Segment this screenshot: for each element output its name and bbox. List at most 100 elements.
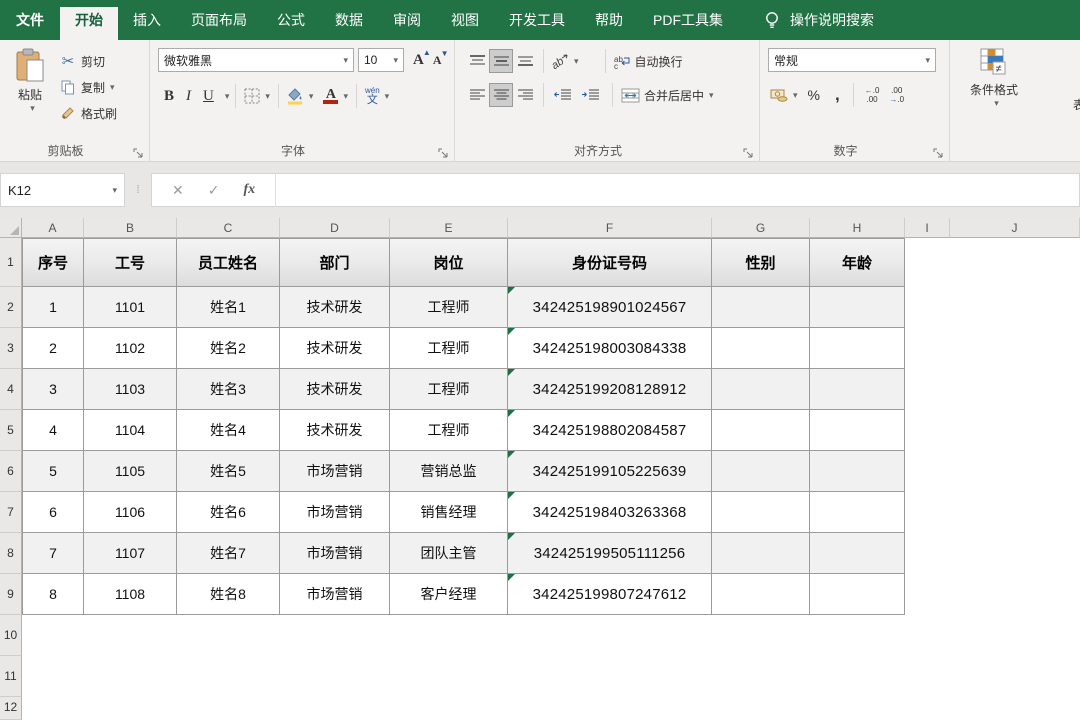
cell[interactable]: 工程师 <box>390 287 508 328</box>
cell[interactable]: 8 <box>22 574 84 615</box>
merge-center-button[interactable]: 合并后居中 ▾ <box>619 87 716 104</box>
cell[interactable]: 3 <box>22 369 84 410</box>
fill-color-button[interactable]: ▾ <box>285 88 316 105</box>
bold-button[interactable]: B <box>158 88 180 105</box>
phonetic-button[interactable]: wén 文 ▾ <box>363 87 391 106</box>
row-header-2[interactable]: 2 <box>0 287 22 328</box>
row-header-5[interactable]: 5 <box>0 410 22 451</box>
cell[interactable]: 1104 <box>84 410 177 451</box>
borders-button[interactable]: ▾ <box>242 88 272 104</box>
merge-center-dropdown-icon[interactable]: ▾ <box>709 90 714 101</box>
percent-style-button[interactable]: % <box>800 87 828 103</box>
row-header-1[interactable]: 1 <box>0 238 22 287</box>
cell[interactable] <box>712 574 810 615</box>
cell[interactable]: 姓名5 <box>177 451 280 492</box>
name-box[interactable]: K12 ▾ <box>0 173 125 207</box>
cancel-entry-icon[interactable]: ✕ <box>160 182 196 199</box>
header-cell[interactable]: 员工姓名 <box>177 238 280 287</box>
fill-color-dropdown-icon[interactable]: ▾ <box>309 91 314 102</box>
decrease-decimal-button[interactable]: .00 →.0 <box>884 86 909 104</box>
header-cell[interactable]: 年龄 <box>810 238 905 287</box>
tab-view[interactable]: 视图 <box>436 0 494 40</box>
accounting-dropdown-icon[interactable]: ▾ <box>793 90 798 101</box>
header-cell[interactable]: 身份证号码 <box>508 238 712 287</box>
row-header-3[interactable]: 3 <box>0 328 22 369</box>
cell[interactable] <box>712 328 810 369</box>
cell[interactable]: 姓名1 <box>177 287 280 328</box>
number-format-select[interactable]: 常规 ▾ <box>768 48 936 72</box>
cell[interactable]: 342425198901024567 <box>508 287 712 328</box>
cell[interactable]: 342425199208128912 <box>508 369 712 410</box>
cell[interactable]: 1105 <box>84 451 177 492</box>
cell[interactable] <box>810 574 905 615</box>
cell[interactable]: 6 <box>22 492 84 533</box>
tab-pdf-tools[interactable]: PDF工具集 <box>638 0 738 40</box>
conditional-formatting-button[interactable]: ≠ 条件格式 ▾ <box>958 48 1030 109</box>
cell[interactable] <box>712 492 810 533</box>
cell[interactable]: 342425199105225639 <box>508 451 712 492</box>
tell-me-search[interactable]: 操作说明搜索 <box>764 0 874 40</box>
column-header-E[interactable]: E <box>390 218 508 238</box>
cell[interactable]: 销售经理 <box>390 492 508 533</box>
cell[interactable]: 342425198802084587 <box>508 410 712 451</box>
cell[interactable]: 1108 <box>84 574 177 615</box>
cell[interactable]: 工程师 <box>390 410 508 451</box>
header-cell[interactable]: 性别 <box>712 238 810 287</box>
format-painter-button[interactable]: 格式刷 <box>58 100 117 126</box>
wrap-text-button[interactable]: abc 自动换行 <box>612 53 685 70</box>
underline-dropdown-icon[interactable]: ▾ <box>225 91 230 102</box>
cell[interactable]: 市场营销 <box>280 574 390 615</box>
decrease-font-size-button[interactable]: A▼ <box>433 53 442 68</box>
cell[interactable]: 342425198403263368 <box>508 492 712 533</box>
font-name-select[interactable]: 微软雅黑 ▾ <box>158 48 354 72</box>
copy-dropdown-icon[interactable]: ▾ <box>110 82 115 93</box>
cell[interactable]: 市场营销 <box>280 451 390 492</box>
tab-data[interactable]: 数据 <box>320 0 378 40</box>
format-as-table-button[interactable]: 套用 表格格式 <box>1042 48 1080 113</box>
tab-page-layout[interactable]: 页面布局 <box>176 0 262 40</box>
cell[interactable]: 姓名2 <box>177 328 280 369</box>
cell[interactable]: 市场营销 <box>280 533 390 574</box>
column-header-A[interactable]: A <box>22 218 84 238</box>
tab-formulas[interactable]: 公式 <box>262 0 320 40</box>
orientation-button[interactable]: ab ▾ <box>550 54 581 69</box>
align-bottom-button[interactable] <box>513 49 537 73</box>
number-dialog-launcher-icon[interactable] <box>933 146 945 158</box>
cell[interactable]: 7 <box>22 533 84 574</box>
cell[interactable] <box>810 451 905 492</box>
cell[interactable]: 1101 <box>84 287 177 328</box>
cell[interactable] <box>810 369 905 410</box>
column-header-G[interactable]: G <box>712 218 810 238</box>
cell[interactable]: 姓名7 <box>177 533 280 574</box>
column-header-J[interactable]: J <box>950 218 1080 238</box>
row-header-10[interactable]: 10 <box>0 615 22 656</box>
cell[interactable] <box>810 410 905 451</box>
formula-input[interactable] <box>275 173 1080 207</box>
cell[interactable]: 342425199807247612 <box>508 574 712 615</box>
conditional-formatting-dropdown-icon[interactable]: ▾ <box>963 98 1030 109</box>
header-cell[interactable]: 工号 <box>84 238 177 287</box>
column-header-I[interactable]: I <box>905 218 950 238</box>
copy-button[interactable]: 复制 ▾ <box>58 74 117 100</box>
cell[interactable]: 姓名8 <box>177 574 280 615</box>
header-cell[interactable]: 岗位 <box>390 238 508 287</box>
italic-button[interactable]: I <box>180 88 197 105</box>
font-dialog-launcher-icon[interactable] <box>438 146 450 158</box>
cell[interactable]: 342425199505111256 <box>508 533 712 574</box>
align-middle-button[interactable] <box>489 49 513 73</box>
align-left-button[interactable] <box>465 83 489 107</box>
underline-button[interactable]: U <box>197 88 220 105</box>
font-color-dropdown-icon[interactable]: ▾ <box>343 91 348 102</box>
cell[interactable]: 5 <box>22 451 84 492</box>
cut-button[interactable]: ✂ 剪切 <box>58 48 117 74</box>
select-all-button[interactable] <box>0 218 22 238</box>
cell[interactable]: 1107 <box>84 533 177 574</box>
cell[interactable]: 姓名4 <box>177 410 280 451</box>
column-header-H[interactable]: H <box>810 218 905 238</box>
align-right-button[interactable] <box>513 83 537 107</box>
formula-bar-resize-handle[interactable]: ⁞ <box>125 188 151 192</box>
cell[interactable] <box>810 287 905 328</box>
tab-help[interactable]: 帮助 <box>580 0 638 40</box>
decrease-indent-button[interactable] <box>550 83 574 107</box>
cell[interactable] <box>712 451 810 492</box>
